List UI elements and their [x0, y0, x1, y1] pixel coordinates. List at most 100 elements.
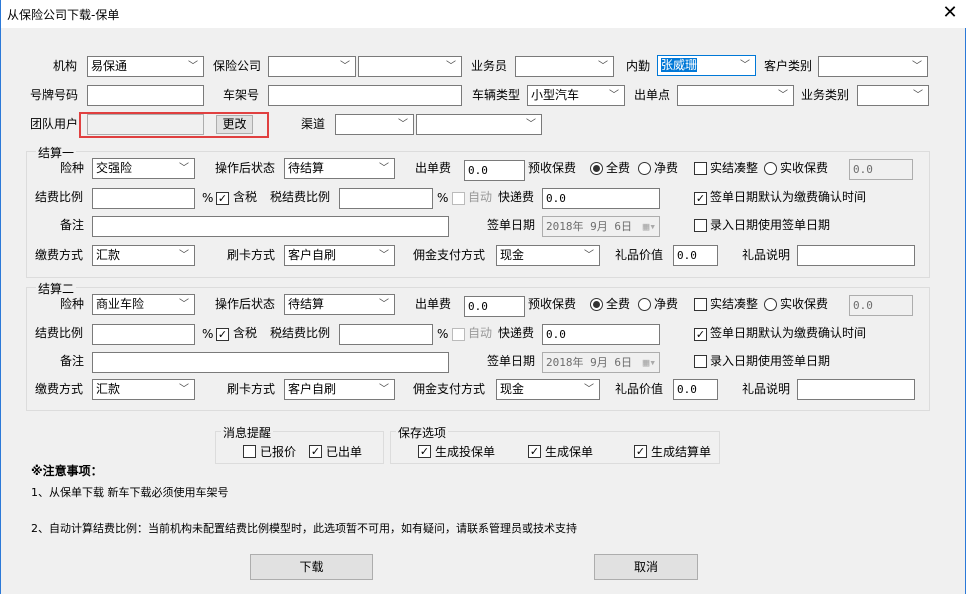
channel-select[interactable]: ﹀	[335, 114, 414, 135]
salesman-select[interactable]: ﹀	[515, 56, 614, 77]
auto-label: 自动	[468, 190, 493, 204]
actual-fee-input: 0.0	[849, 295, 913, 316]
default-sign-checkbox[interactable]: ✓	[694, 192, 707, 205]
vehicle-type-select[interactable]: 小型汽车 ﹀	[527, 85, 625, 106]
insurer-select[interactable]: ﹀	[268, 56, 356, 77]
actual-fee-radio[interactable]	[764, 162, 777, 175]
chevron-down-icon: ﹀	[379, 250, 389, 261]
pay-method-select-value: 汇款	[96, 248, 121, 262]
ratio-label: 结费比例	[35, 190, 84, 204]
status-select[interactable]: 待结算 ﹀	[284, 294, 395, 315]
plate-label: 号牌号码	[30, 88, 79, 102]
commission-select-value: 现金	[500, 248, 525, 262]
chevron-down-icon: ﹀	[446, 61, 456, 72]
tax-ratio-input[interactable]	[339, 188, 433, 209]
tax-ratio-input[interactable]	[339, 324, 433, 345]
card-select[interactable]: 客户自刷 ﹀	[284, 379, 395, 400]
issue-fee-input[interactable]: 0.0	[464, 160, 525, 181]
close-icon[interactable]: ✕	[939, 2, 961, 24]
gift-value-input[interactable]: 0.0	[673, 379, 718, 400]
customer-type-select[interactable]: ﹀	[818, 56, 928, 77]
quoted-checkbox[interactable]	[243, 445, 256, 458]
actual-fee-radio[interactable]	[764, 298, 777, 311]
full-fee-radio[interactable]	[590, 162, 603, 175]
tax-label: 含税	[233, 190, 258, 204]
vin-label: 车架号	[223, 88, 260, 102]
gift-desc-input[interactable]	[797, 379, 915, 400]
card-select[interactable]: 客户自刷 ﹀	[284, 245, 395, 266]
gift-value-input[interactable]: 0.0	[673, 245, 718, 266]
pay-method-select[interactable]: 汇款 ﹀	[92, 245, 195, 266]
chevron-down-icon: ﹀	[778, 90, 788, 101]
settlement-group-2: 结算二 险种 商业车险 ﹀ 操作后状态 待结算 ﹀ 出单费 0.0 预收保费 全费 净费 实结凑整 实收保…	[26, 280, 930, 411]
policy-checkbox[interactable]: ✓	[528, 445, 541, 458]
express-label: 快递费	[498, 326, 535, 340]
percent-sign: %	[437, 191, 449, 205]
tax-checkbox[interactable]: ✓	[216, 328, 229, 341]
pay-method-select[interactable]: 汇款 ﹀	[92, 379, 195, 400]
round-checkbox[interactable]	[694, 162, 707, 175]
tax-checkbox[interactable]: ✓	[216, 192, 229, 205]
insurance-select-value: 商业车险	[96, 297, 145, 311]
issue-point-select[interactable]: ﹀	[677, 85, 794, 106]
issued-checkbox[interactable]: ✓	[309, 445, 322, 458]
commission-select[interactable]: 现金 ﹀	[496, 245, 600, 266]
full-fee-label: 全费	[606, 297, 631, 311]
net-fee-radio[interactable]	[638, 298, 651, 311]
round-checkbox[interactable]	[694, 298, 707, 311]
ratio-input[interactable]	[92, 324, 195, 345]
commission-select[interactable]: 现金 ﹀	[496, 379, 600, 400]
team-user-label: 团队用户	[30, 117, 79, 131]
status-label: 操作后状态	[215, 297, 276, 311]
calendar-icon: ▦▾	[642, 220, 656, 233]
default-sign-checkbox[interactable]: ✓	[694, 328, 707, 341]
org-select[interactable]: 易保通 ﹀	[87, 56, 204, 77]
entry-date-checkbox[interactable]	[694, 355, 707, 368]
proposal-checkbox[interactable]: ✓	[418, 445, 431, 458]
actual-fee-input: 0.0	[849, 159, 913, 180]
tax-label: 含税	[233, 326, 258, 340]
vin-input[interactable]	[268, 85, 462, 106]
remark-input[interactable]	[92, 216, 449, 237]
gift-value-label: 礼品价值	[615, 382, 664, 396]
net-fee-radio[interactable]	[638, 162, 651, 175]
express-input[interactable]: 0.0	[542, 324, 660, 345]
issue-fee-input[interactable]: 0.0	[464, 296, 525, 317]
business-type-select[interactable]: ﹀	[857, 85, 929, 106]
insurer-sub-select[interactable]: ﹀	[358, 56, 462, 77]
tax-ratio-label: 税结费比例	[270, 326, 331, 340]
quoted-label: 已报价	[260, 445, 297, 459]
channel-label: 渠道	[301, 117, 326, 131]
insurance-label: 险种	[60, 161, 85, 175]
plate-input[interactable]	[87, 85, 204, 106]
status-select-value: 待结算	[288, 161, 325, 175]
internal-select[interactable]: 张威珊 ﹀	[657, 55, 756, 76]
insurance-select[interactable]: 交强险 ﹀	[92, 158, 195, 179]
channel-sub-select[interactable]: ﹀	[416, 114, 542, 135]
settlement-group-1: 结算一 险种 交强险 ﹀ 操作后状态 待结算 ﹀ 出单费 0.0 预收保费 全费 净费 实结凑整 实收保费…	[26, 144, 930, 278]
chevron-down-icon: ﹀	[188, 61, 198, 72]
gift-desc-label: 礼品说明	[742, 248, 791, 262]
vehicle-type-value: 小型汽车	[531, 88, 580, 102]
chevron-down-icon: ﹀	[179, 163, 189, 174]
insurance-label: 险种	[60, 297, 85, 311]
chevron-down-icon: ﹀	[609, 90, 619, 101]
highlight-box	[79, 112, 269, 138]
policy-label: 生成保单	[545, 445, 594, 459]
sign-date-value: 2018年 9月 6日	[546, 356, 632, 369]
full-fee-radio[interactable]	[590, 298, 603, 311]
entry-date-label: 录入日期使用签单日期	[710, 354, 831, 368]
download-button[interactable]: 下载	[250, 554, 373, 580]
express-input[interactable]: 0.0	[542, 188, 660, 209]
remark-input[interactable]	[92, 352, 449, 373]
entry-date-checkbox[interactable]	[694, 219, 707, 232]
cancel-button[interactable]: 取消	[594, 554, 698, 580]
chevron-down-icon: ﹀	[179, 250, 189, 261]
gift-desc-input[interactable]	[797, 245, 915, 266]
express-label: 快递费	[498, 190, 535, 204]
settlement-checkbox[interactable]: ✓	[634, 445, 647, 458]
status-select[interactable]: 待结算 ﹀	[284, 158, 395, 179]
ratio-input[interactable]	[92, 188, 195, 209]
status-label: 操作后状态	[215, 161, 276, 175]
insurance-select[interactable]: 商业车险 ﹀	[92, 294, 195, 315]
